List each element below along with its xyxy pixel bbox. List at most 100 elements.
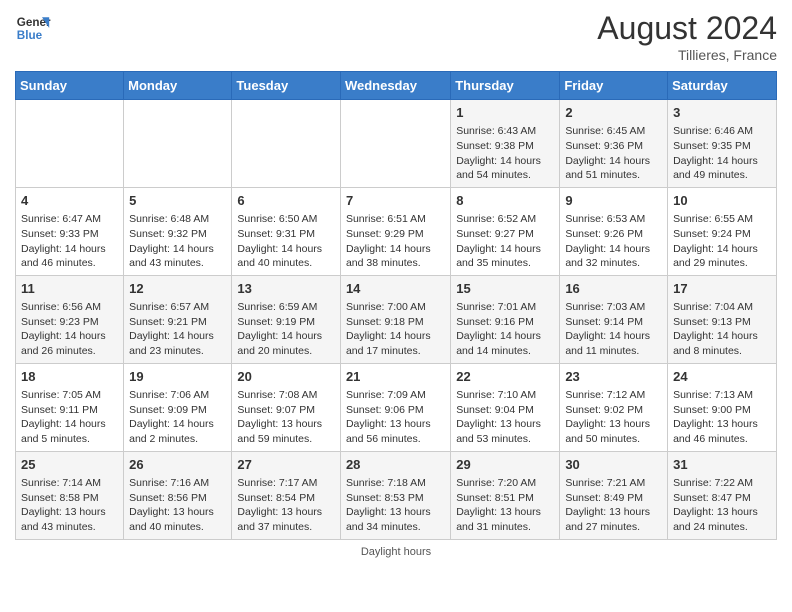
day-info: Sunrise: 7:17 AM Sunset: 8:54 PM Dayligh… (237, 476, 335, 535)
day-number: 18 (21, 368, 118, 386)
calendar-week-row: 11 Sunrise: 6:56 AM Sunset: 9:23 PM Dayli… (16, 275, 777, 363)
day-info: Sunrise: 6:47 AM Sunset: 9:33 PM Dayligh… (21, 212, 118, 271)
calendar-day-cell: 19 Sunrise: 7:06 AM Sunset: 9:09 PM Dayli… (124, 363, 232, 451)
day-info: Sunrise: 7:04 AM Sunset: 9:13 PM Dayligh… (673, 300, 771, 359)
day-number: 2 (565, 104, 662, 122)
day-info: Sunrise: 7:22 AM Sunset: 8:47 PM Dayligh… (673, 476, 771, 535)
day-info: Sunrise: 7:09 AM Sunset: 9:06 PM Dayligh… (346, 388, 445, 447)
day-info: Sunrise: 7:01 AM Sunset: 9:16 PM Dayligh… (456, 300, 554, 359)
day-info: Sunrise: 6:56 AM Sunset: 9:23 PM Dayligh… (21, 300, 118, 359)
calendar-week-row: 25 Sunrise: 7:14 AM Sunset: 8:58 PM Dayli… (16, 451, 777, 539)
calendar-day-cell: 7 Sunrise: 6:51 AM Sunset: 9:29 PM Daylig… (340, 187, 450, 275)
svg-text:Blue: Blue (17, 29, 43, 42)
calendar-day-cell: 13 Sunrise: 6:59 AM Sunset: 9:19 PM Dayli… (232, 275, 341, 363)
day-number: 15 (456, 280, 554, 298)
day-number: 3 (673, 104, 771, 122)
day-number: 29 (456, 456, 554, 474)
day-number: 12 (129, 280, 226, 298)
calendar-day-cell: 9 Sunrise: 6:53 AM Sunset: 9:26 PM Daylig… (560, 187, 668, 275)
page-header: General Blue August 2024 Tillieres, Fran… (15, 10, 777, 63)
general-blue-logo-icon: General Blue (15, 10, 51, 46)
day-of-week-header: Tuesday (232, 72, 341, 100)
day-of-week-header: Sunday (16, 72, 124, 100)
day-info: Sunrise: 7:18 AM Sunset: 8:53 PM Dayligh… (346, 476, 445, 535)
day-number: 23 (565, 368, 662, 386)
day-info: Sunrise: 7:14 AM Sunset: 8:58 PM Dayligh… (21, 476, 118, 535)
location-subtitle: Tillieres, France (597, 47, 777, 63)
day-number: 4 (21, 192, 118, 210)
day-of-week-header: Saturday (668, 72, 777, 100)
day-info: Sunrise: 7:05 AM Sunset: 9:11 PM Dayligh… (21, 388, 118, 447)
day-info: Sunrise: 6:51 AM Sunset: 9:29 PM Dayligh… (346, 212, 445, 271)
day-number: 17 (673, 280, 771, 298)
day-number: 9 (565, 192, 662, 210)
calendar-day-cell: 16Sunrise: 7:03 AM Sunset: 9:14 PM Dayli… (560, 275, 668, 363)
title-block: August 2024 Tillieres, France (597, 10, 777, 63)
daylight-hours-label: Daylight hours (361, 546, 431, 558)
day-info: Sunrise: 6:59 AM Sunset: 9:19 PM Dayligh… (237, 300, 335, 359)
day-info: Sunrise: 7:00 AM Sunset: 9:18 PM Dayligh… (346, 300, 445, 359)
day-info: Sunrise: 6:45 AM Sunset: 9:36 PM Dayligh… (565, 124, 662, 183)
calendar-day-cell: 22 Sunrise: 7:10 AM Sunset: 9:04 PM Dayli… (451, 363, 560, 451)
day-of-week-header: Friday (560, 72, 668, 100)
calendar-day-cell: 4 Sunrise: 6:47 AM Sunset: 9:33 PM Daylig… (16, 187, 124, 275)
day-number: 22 (456, 368, 554, 386)
day-info: Sunrise: 7:03 AM Sunset: 9:14 PM Dayligh… (565, 300, 662, 359)
day-info: Sunrise: 6:43 AM Sunset: 9:38 PM Dayligh… (456, 124, 554, 183)
day-info: Sunrise: 6:50 AM Sunset: 9:31 PM Dayligh… (237, 212, 335, 271)
calendar-day-cell: 1Sunrise: 6:43 AM Sunset: 9:38 PM Daylig… (451, 100, 560, 188)
day-info: Sunrise: 7:12 AM Sunset: 9:02 PM Dayligh… (565, 388, 662, 447)
calendar-day-cell: 8 Sunrise: 6:52 AM Sunset: 9:27 PM Daylig… (451, 187, 560, 275)
calendar-body: 1Sunrise: 6:43 AM Sunset: 9:38 PM Daylig… (16, 100, 777, 540)
day-info: Sunrise: 6:52 AM Sunset: 9:27 PM Dayligh… (456, 212, 554, 271)
day-info: Sunrise: 7:08 AM Sunset: 9:07 PM Dayligh… (237, 388, 335, 447)
day-info: Sunrise: 6:57 AM Sunset: 9:21 PM Dayligh… (129, 300, 226, 359)
calendar-day-cell: 26 Sunrise: 7:16 AM Sunset: 8:56 PM Dayli… (124, 451, 232, 539)
day-info: Sunrise: 6:46 AM Sunset: 9:35 PM Dayligh… (673, 124, 771, 183)
footer: Daylight hours (15, 546, 777, 558)
calendar-day-cell: 25 Sunrise: 7:14 AM Sunset: 8:58 PM Dayli… (16, 451, 124, 539)
calendar-day-cell: 29 Sunrise: 7:20 AM Sunset: 8:51 PM Dayli… (451, 451, 560, 539)
day-number: 13 (237, 280, 335, 298)
calendar-day-cell: 24Sunrise: 7:13 AM Sunset: 9:00 PM Dayli… (668, 363, 777, 451)
day-number: 10 (673, 192, 771, 210)
calendar-day-cell (124, 100, 232, 188)
day-number: 6 (237, 192, 335, 210)
calendar-day-cell: 3 Sunrise: 6:46 AM Sunset: 9:35 PM Daylig… (668, 100, 777, 188)
day-number: 8 (456, 192, 554, 210)
calendar-day-cell: 21 Sunrise: 7:09 AM Sunset: 9:06 PM Dayli… (340, 363, 450, 451)
day-number: 26 (129, 456, 226, 474)
calendar-table: SundayMondayTuesdayWednesdayThursdayFrid… (15, 71, 777, 540)
day-number: 5 (129, 192, 226, 210)
day-info: Sunrise: 7:20 AM Sunset: 8:51 PM Dayligh… (456, 476, 554, 535)
calendar-day-cell: 6 Sunrise: 6:50 AM Sunset: 9:31 PM Daylig… (232, 187, 341, 275)
calendar-day-cell: 17 Sunrise: 7:04 AM Sunset: 9:13 PM Dayli… (668, 275, 777, 363)
calendar-day-cell: 30Sunrise: 7:21 AM Sunset: 8:49 PM Dayli… (560, 451, 668, 539)
month-year-title: August 2024 (597, 10, 777, 47)
calendar-day-cell: 2 Sunrise: 6:45 AM Sunset: 9:36 PM Daylig… (560, 100, 668, 188)
calendar-day-cell: 12 Sunrise: 6:57 AM Sunset: 9:21 PM Dayli… (124, 275, 232, 363)
day-number: 20 (237, 368, 335, 386)
day-number: 7 (346, 192, 445, 210)
day-number: 31 (673, 456, 771, 474)
day-info: Sunrise: 7:13 AM Sunset: 9:00 PM Dayligh… (673, 388, 771, 447)
day-number: 25 (21, 456, 118, 474)
calendar-week-row: 1Sunrise: 6:43 AM Sunset: 9:38 PM Daylig… (16, 100, 777, 188)
day-number: 30 (565, 456, 662, 474)
day-info: Sunrise: 7:16 AM Sunset: 8:56 PM Dayligh… (129, 476, 226, 535)
day-number: 21 (346, 368, 445, 386)
calendar-day-cell: 14Sunrise: 7:00 AM Sunset: 9:18 PM Dayli… (340, 275, 450, 363)
calendar-header-row: SundayMondayTuesdayWednesdayThursdayFrid… (16, 72, 777, 100)
day-of-week-header: Thursday (451, 72, 560, 100)
day-info: Sunrise: 7:06 AM Sunset: 9:09 PM Dayligh… (129, 388, 226, 447)
day-number: 27 (237, 456, 335, 474)
calendar-day-cell: 5Sunrise: 6:48 AM Sunset: 9:32 PM Daylig… (124, 187, 232, 275)
day-number: 19 (129, 368, 226, 386)
day-info: Sunrise: 6:53 AM Sunset: 9:26 PM Dayligh… (565, 212, 662, 271)
calendar-day-cell: 28Sunrise: 7:18 AM Sunset: 8:53 PM Dayli… (340, 451, 450, 539)
day-info: Sunrise: 7:10 AM Sunset: 9:04 PM Dayligh… (456, 388, 554, 447)
logo: General Blue (15, 10, 51, 46)
calendar-week-row: 18 Sunrise: 7:05 AM Sunset: 9:11 PM Dayli… (16, 363, 777, 451)
calendar-day-cell: 10Sunrise: 6:55 AM Sunset: 9:24 PM Dayli… (668, 187, 777, 275)
day-number: 11 (21, 280, 118, 298)
